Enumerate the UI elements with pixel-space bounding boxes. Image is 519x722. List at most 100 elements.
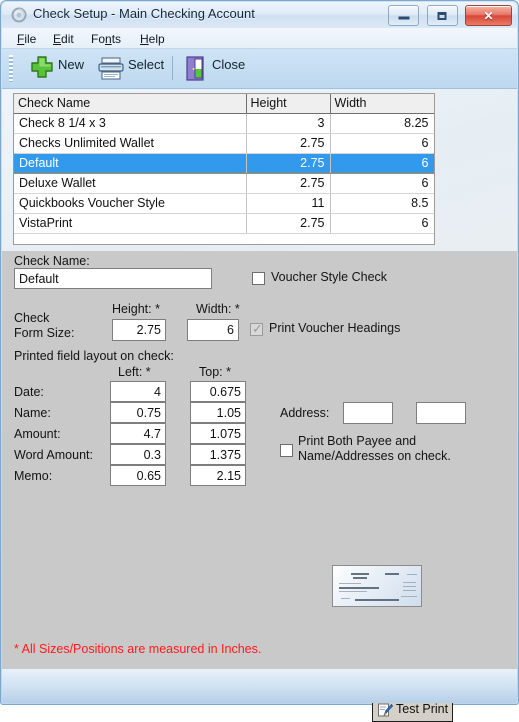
menu-bar: File Edit Fonts Help (2, 28, 517, 49)
table-row[interactable]: Deluxe Wallet 2.75 6 (14, 173, 434, 194)
window-title: Check Setup - Main Checking Account (33, 6, 255, 21)
amount-left-input[interactable] (110, 423, 166, 444)
table-row[interactable]: Quickbooks Voucher Style 11 8.5 (14, 193, 434, 214)
column-header-height[interactable]: Height (246, 94, 331, 114)
column-header-check-name[interactable]: Check Name (14, 94, 247, 114)
name-top-input[interactable] (190, 402, 246, 423)
new-button-label: New (58, 57, 85, 72)
close-toolbar-button[interactable] (182, 53, 210, 84)
maximize-button[interactable] (426, 5, 458, 26)
column-header-width[interactable]: Width (330, 94, 434, 114)
left-column-label: Left: * (118, 365, 151, 379)
dialog-body: Check Name Height Width Check 8 1/4 x 3 … (2, 89, 517, 722)
address-top-input[interactable] (416, 402, 466, 424)
table-panel: Check Name Height Width Check 8 1/4 x 3 … (2, 89, 517, 251)
print-both-payee-checkbox[interactable] (280, 444, 293, 457)
field-label-name: Name: (14, 406, 51, 420)
cell-height: 3 (246, 113, 331, 134)
top-column-label: Top: * (199, 365, 231, 379)
date-left-input[interactable] (110, 381, 166, 402)
cell-check-name: Default (14, 153, 247, 174)
name-left-input[interactable] (110, 402, 166, 423)
field-label-amount: Amount: (14, 427, 61, 441)
form-height-input[interactable] (112, 319, 166, 341)
form-width-input[interactable] (187, 319, 239, 341)
date-top-input[interactable] (190, 381, 246, 402)
menu-edit[interactable]: Edit (49, 31, 78, 47)
menu-help[interactable]: Help (136, 31, 169, 47)
app-swirl-icon (11, 7, 27, 23)
printer-stack-icon (98, 57, 124, 80)
select-button-label: Select (128, 57, 165, 72)
check-preview-thumbnail (332, 565, 422, 607)
new-button[interactable] (28, 53, 56, 84)
select-button[interactable] (96, 53, 126, 84)
checkmark-icon: ✓ (252, 321, 263, 336)
cell-width: 6 (330, 173, 434, 194)
check-list-table[interactable]: Check Name Height Width Check 8 1/4 x 3 … (13, 93, 435, 245)
address-label: Address: (280, 406, 330, 420)
close-button[interactable]: ✕ (465, 5, 512, 26)
cell-width: 8.5 (330, 193, 434, 214)
table-row[interactable]: Checks Unlimited Wallet 2.75 6 (14, 133, 434, 154)
print-both-payee-label-line2: Name/Addresses on check. (298, 449, 451, 463)
toolbar-grip[interactable] (9, 55, 13, 82)
check-name-input[interactable] (14, 268, 212, 289)
title-bar: Check Setup - Main Checking Account ✕ (2, 2, 517, 28)
units-note: * All Sizes/Positions are measured in In… (14, 642, 262, 656)
form-size-label-line2: Form Size: (14, 326, 75, 340)
cell-width: 6 (330, 153, 434, 174)
print-both-payee-label-line1: Print Both Payee and (298, 434, 417, 448)
memo-left-input[interactable] (110, 465, 166, 486)
toolbar-separator (172, 56, 173, 80)
layout-section-label: Printed field layout on check: (14, 349, 174, 363)
cell-height: 2.75 (246, 153, 331, 174)
print-voucher-headings-checkbox[interactable]: ✓ (250, 321, 263, 336)
test-print-label: Test Print (396, 702, 449, 716)
window-controls: ✕ (385, 5, 512, 26)
table-row-selected[interactable]: Default 2.75 6 (14, 153, 434, 174)
toolbar: New Select Close (2, 49, 517, 89)
voucher-style-checkbox[interactable] (252, 272, 265, 285)
close-icon: ✕ (483, 8, 494, 23)
height-label: Height: * (112, 302, 160, 316)
amount-top-input[interactable] (190, 423, 246, 444)
width-label: Width: * (196, 302, 240, 316)
word-amount-left-input[interactable] (110, 444, 166, 465)
table-row[interactable]: VistaPrint 2.75 6 (14, 213, 434, 234)
cell-height: 11 (246, 193, 331, 214)
close-toolbar-label: Close (212, 57, 246, 72)
plus-icon (31, 56, 53, 78)
cell-width: 8.25 (330, 113, 434, 134)
field-label-date: Date: (14, 385, 44, 399)
cell-check-name: Deluxe Wallet (14, 173, 247, 194)
table-row[interactable]: Check 8 1/4 x 3 3 8.25 (14, 113, 434, 134)
memo-top-input[interactable] (190, 465, 246, 486)
cell-width: 6 (330, 133, 434, 154)
print-pen-icon (377, 702, 393, 718)
cell-height: 2.75 (246, 133, 331, 154)
cell-check-name: VistaPrint (14, 213, 247, 234)
door-exit-icon (186, 56, 204, 81)
table-header-row: Check Name Height Width (14, 94, 434, 114)
voucher-style-label: Voucher Style Check (271, 270, 388, 284)
cell-check-name: Quickbooks Voucher Style (14, 193, 247, 214)
address-left-input[interactable] (343, 402, 393, 424)
field-label-word-amount: Word Amount: (14, 448, 93, 462)
menu-fonts[interactable]: Fonts (87, 31, 125, 47)
cell-check-name: Check 8 1/4 x 3 (14, 113, 247, 134)
maximize-icon (437, 11, 447, 20)
cell-check-name: Checks Unlimited Wallet (14, 133, 247, 154)
field-label-memo: Memo: (14, 469, 53, 483)
status-bar (2, 669, 517, 703)
print-voucher-headings-label: Print Voucher Headings (269, 321, 401, 335)
cell-height: 2.75 (246, 213, 331, 234)
menu-file[interactable]: File (13, 31, 40, 47)
word-amount-top-input[interactable] (190, 444, 246, 465)
minimize-icon (398, 12, 410, 19)
cell-width: 6 (330, 213, 434, 234)
minimize-button[interactable] (388, 5, 420, 26)
form-size-label-line1: Check (14, 311, 50, 325)
check-setup-window: Check Setup - Main Checking Account ✕ Fi… (0, 0, 519, 722)
cell-height: 2.75 (246, 173, 331, 194)
